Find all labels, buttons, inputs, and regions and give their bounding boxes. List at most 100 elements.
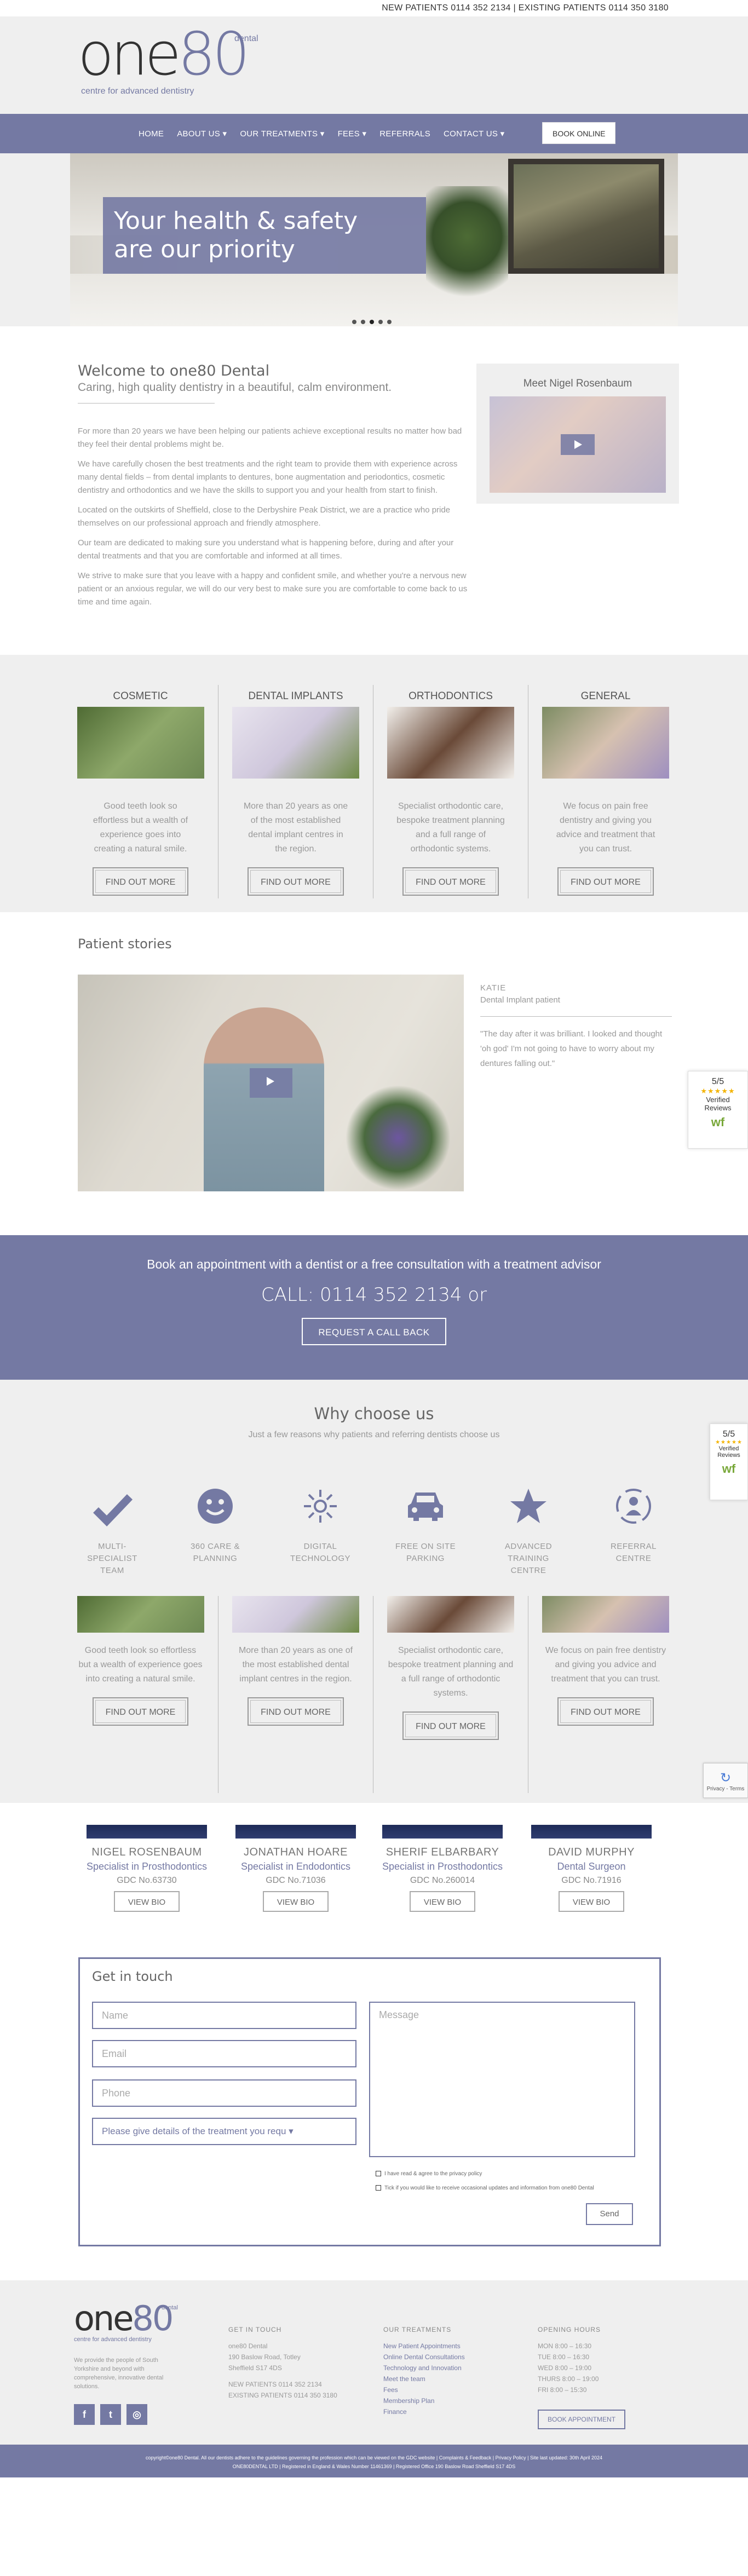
recaptcha-text[interactable]: Privacy - Terms xyxy=(704,1786,747,1792)
footer-link[interactable]: Fees xyxy=(383,2384,465,2395)
instagram-icon[interactable]: ◎ xyxy=(126,2404,147,2425)
footer-link[interactable]: Technology and Innovation xyxy=(383,2362,465,2373)
service-text: Good teeth look so effortless but a weal… xyxy=(78,1646,203,1684)
welcome-paragraph: Our team are dedicated to making sure yo… xyxy=(78,538,454,561)
phone-input[interactable]: Phone xyxy=(92,2079,356,2107)
team-member: SHERIF ELBARBARY Specialist in Prosthodo… xyxy=(366,1825,519,1912)
booking-call[interactable]: CALL: 0114 352 2134 or xyxy=(0,1284,748,1306)
story-quote-text: "The day after it was brilliant. I looke… xyxy=(480,1029,663,1068)
review-badge[interactable]: 5/5 ★★★★★ Verified Reviews wf xyxy=(688,1071,748,1149)
team-gdc: GDC No.260014 xyxy=(410,1876,475,1885)
treatment-select[interactable]: Please give details of the treatment you… xyxy=(92,2118,356,2145)
find-out-more-button[interactable]: FIND OUT MORE xyxy=(248,867,344,896)
review-reviews: Reviews xyxy=(704,1104,732,1112)
email-input[interactable]: Email xyxy=(92,2040,356,2067)
nav-referrals[interactable]: REFERRALS xyxy=(379,129,430,139)
twitter-icon[interactable]: t xyxy=(100,2404,121,2425)
slider-dot[interactable] xyxy=(361,320,365,324)
play-icon[interactable] xyxy=(249,1068,292,1098)
nav-home[interactable]: HOME xyxy=(139,129,164,139)
footer-phone[interactable]: EXISTING PATIENTS 0114 350 3180 xyxy=(228,2390,337,2401)
welcome-paragraph: For more than 20 years we have been help… xyxy=(78,427,462,449)
story-role: Dental Implant patient xyxy=(480,995,560,1005)
nav-contact-us[interactable]: CONTACT US ▾ xyxy=(444,129,504,139)
footer-link[interactable]: Meet the team xyxy=(383,2373,465,2384)
footer-hours-line: FRI 8:00 – 15:30 xyxy=(538,2386,587,2394)
check-icon xyxy=(79,1487,145,1531)
copyright-line[interactable]: copyright©one80 Dental. All our dentists… xyxy=(0,2453,748,2462)
find-out-more-button[interactable]: FIND OUT MORE xyxy=(402,1711,499,1740)
service-image xyxy=(232,1596,359,1633)
updates-checkbox[interactable] xyxy=(376,2185,381,2191)
story-video[interactable] xyxy=(78,975,464,1191)
updates-consent[interactable]: Tick if you would like to receive occasi… xyxy=(376,2185,633,2192)
book-appointment-button[interactable]: BOOK APPOINTMENT xyxy=(538,2410,626,2429)
footer-opening-hours: OPENING HOURS MON 8:00 – 16:30 TUE 8:00 … xyxy=(538,2324,601,2395)
feature-360-care: 360 CARE & PLANNING xyxy=(182,1487,248,1565)
slider-dot[interactable] xyxy=(378,320,383,324)
facebook-icon[interactable]: f xyxy=(74,2404,95,2425)
smile-icon xyxy=(182,1487,248,1531)
slider-dot[interactable] xyxy=(387,320,392,324)
footer-link[interactable]: Online Dental Consultations xyxy=(383,2352,465,2362)
nav-about-us[interactable]: ABOUT US ▾ xyxy=(177,129,227,139)
privacy-checkbox[interactable] xyxy=(376,2171,381,2177)
team-role: Dental Surgeon xyxy=(557,1861,626,1872)
recaptcha-badge[interactable]: ↻ Privacy - Terms xyxy=(703,1763,748,1798)
message-textarea[interactable]: Message xyxy=(369,2002,635,2157)
find-out-more-button[interactable]: FIND OUT MORE xyxy=(92,1697,189,1726)
nav-fees[interactable]: FEES ▾ xyxy=(338,129,367,139)
top-phone-bar: NEW PATIENTS 0114 352 2134 | EXISTING PA… xyxy=(0,0,748,16)
footer-address-line: Sheffield S17 4DS xyxy=(228,2364,282,2372)
review-verified: Verified xyxy=(718,1445,739,1452)
find-out-more-button[interactable]: FIND OUT MORE xyxy=(557,867,654,896)
service-cosmetic: COSMETIC Good teeth look so effortless b… xyxy=(63,685,218,898)
footer-logo[interactable]: one80 dental centre for advanced dentist… xyxy=(74,2302,178,2343)
footer-address-line: one80 Dental xyxy=(228,2342,268,2350)
view-bio-button[interactable]: VIEW BIO xyxy=(558,1891,625,1912)
recaptcha-icon: ↻ xyxy=(720,1771,732,1785)
service-text: We focus on pain free dentistry and givi… xyxy=(545,1646,666,1684)
slider-dot[interactable] xyxy=(352,320,356,324)
footer-link[interactable]: Finance xyxy=(383,2406,465,2417)
name-input[interactable]: Name xyxy=(92,2002,356,2029)
request-call-back-button[interactable]: REQUEST A CALL BACK xyxy=(302,1318,446,1345)
hero-floor xyxy=(70,274,678,326)
service-image xyxy=(77,1596,204,1633)
welcome-section: Welcome to one80 Dental Caring, high qua… xyxy=(0,326,748,655)
team-gdc: GDC No.71916 xyxy=(561,1876,622,1885)
book-online-button[interactable]: BOOK ONLINE xyxy=(542,122,616,144)
view-bio-button[interactable]: VIEW BIO xyxy=(262,1891,329,1912)
referral-icon xyxy=(601,1487,666,1531)
view-bio-button[interactable]: VIEW BIO xyxy=(113,1891,180,1912)
service-text: More than 20 years as one of the most es… xyxy=(238,1646,353,1684)
send-button[interactable]: Send xyxy=(586,2203,633,2225)
hero-caption: Your health & safety are our priority xyxy=(103,197,426,274)
privacy-consent[interactable]: I have read & agree to the privacy polic… xyxy=(376,2170,633,2177)
meet-video[interactable] xyxy=(490,396,666,493)
find-out-more-button[interactable]: FIND OUT MORE xyxy=(557,1697,654,1726)
phone-numbers[interactable]: NEW PATIENTS 0114 352 2134 | EXISTING PA… xyxy=(382,3,669,13)
review-reviews: Reviews xyxy=(717,1452,740,1459)
slider-dot-active[interactable] xyxy=(370,320,374,324)
review-badge-small[interactable]: 5/5 ★★★★★ Verified Reviews wf xyxy=(710,1424,748,1500)
site-logo[interactable]: one80 dental centre for advanced dentist… xyxy=(78,25,258,96)
feature-label: ADVANCED TRAINING CENTRE xyxy=(504,1542,553,1575)
play-icon[interactable] xyxy=(561,434,595,455)
nav-our-treatments[interactable]: OUR TREATMENTS ▾ xyxy=(240,129,324,139)
why-choose-us-section: Why choose us Just a few reasons why pat… xyxy=(0,1380,748,1803)
footer-link[interactable]: Membership Plan xyxy=(383,2395,465,2406)
find-out-more-button[interactable]: FIND OUT MORE xyxy=(402,867,499,896)
service-general: GENERAL We focus on pain free dentistry … xyxy=(528,685,683,898)
feature-label: FREE ON SITE PARKING xyxy=(395,1542,456,1563)
find-out-more-button[interactable]: FIND OUT MORE xyxy=(92,867,189,896)
service-title: ORTHODONTICS xyxy=(408,690,493,702)
service-text: More than 20 years as one of the most es… xyxy=(243,802,348,854)
feature-label: 360 CARE & PLANNING xyxy=(190,1542,240,1563)
view-bio-button[interactable]: VIEW BIO xyxy=(409,1891,476,1912)
find-out-more-button[interactable]: FIND OUT MORE xyxy=(248,1697,344,1726)
welcome-paragraph: We have carefully chosen the best treatm… xyxy=(78,459,458,495)
footer-link[interactable]: New Patient Appointments xyxy=(383,2341,465,2352)
footer-phone[interactable]: NEW PATIENTS 0114 352 2134 xyxy=(228,2379,337,2390)
patient-stories-section: Patient stories KATIE Dental Implant pat… xyxy=(0,912,748,1235)
